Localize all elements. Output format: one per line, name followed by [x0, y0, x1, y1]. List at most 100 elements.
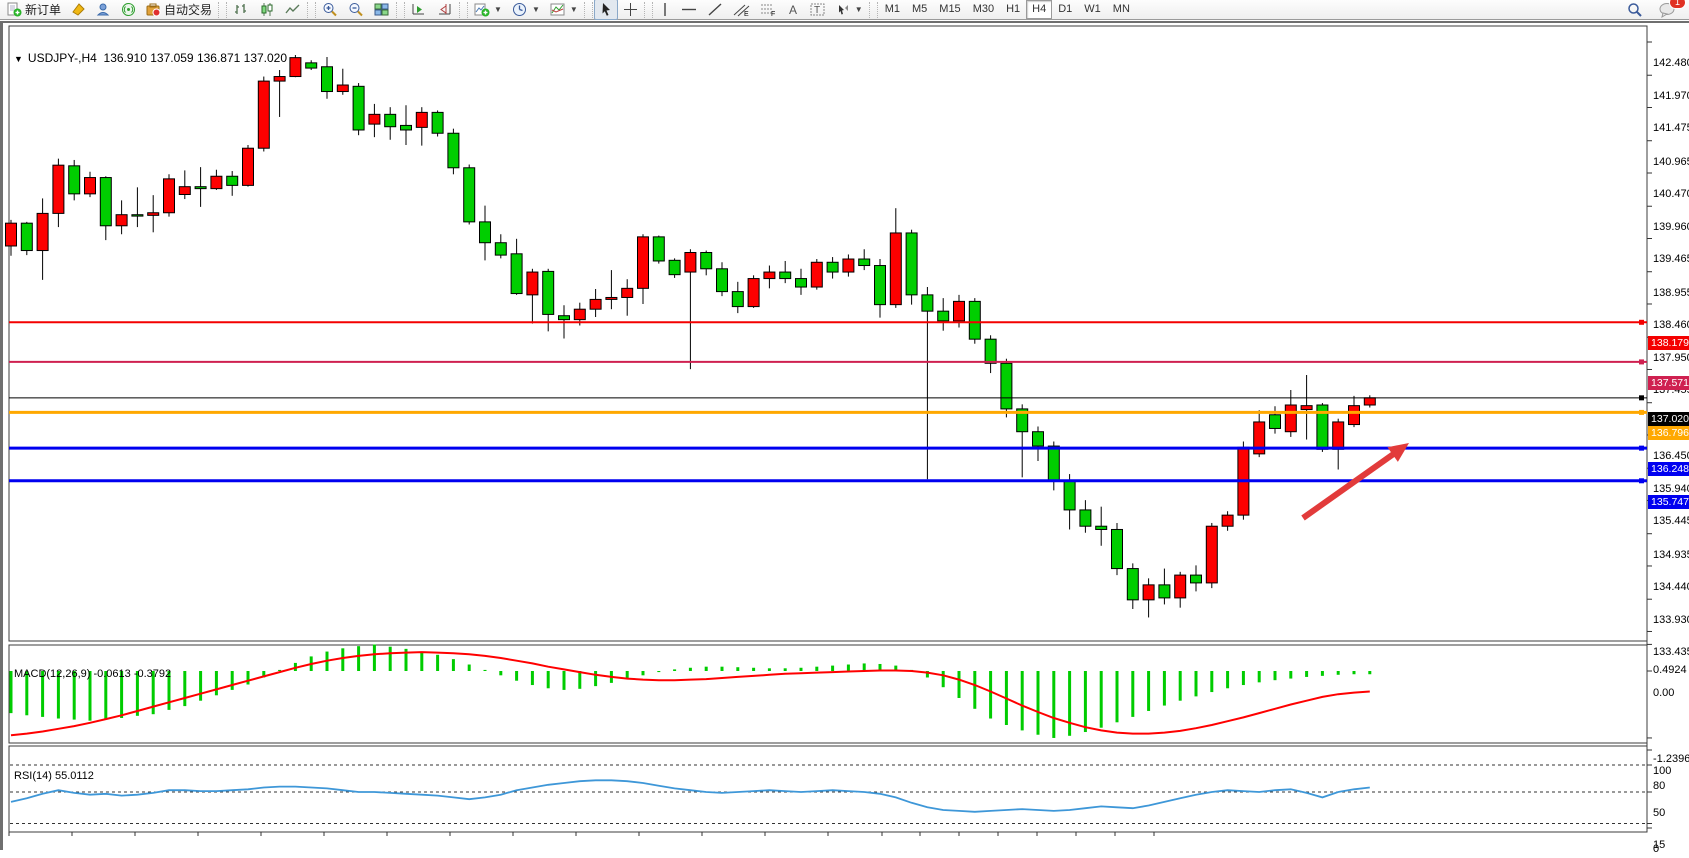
zoom-out-button[interactable] [343, 0, 369, 20]
macd-bar [1242, 671, 1245, 685]
bull-candle [1143, 585, 1154, 600]
line-handle[interactable] [1639, 410, 1644, 415]
price-tick-135.940: 135.940 [1653, 483, 1689, 495]
bull-candle [211, 176, 222, 188]
bear-candle [906, 233, 917, 295]
macd-bar [547, 671, 550, 688]
timeframe-H4[interactable]: H4 [1026, 0, 1052, 19]
bear-candle [401, 125, 412, 130]
macd-bar [563, 671, 566, 690]
timeframe-MN[interactable]: MN [1107, 0, 1136, 19]
line-handle[interactable] [1639, 359, 1644, 364]
macd-bar [373, 645, 376, 671]
macd-bar [973, 671, 976, 709]
cursor-tool-button[interactable] [594, 0, 618, 20]
price-tick-135.445: 135.445 [1653, 515, 1689, 527]
indicators-button[interactable]: ▼ [469, 0, 507, 20]
zoom-out-icon [348, 2, 364, 17]
line-handle[interactable] [1639, 320, 1644, 325]
bull-candle [1285, 405, 1296, 432]
templates-button[interactable]: ▼ [545, 0, 583, 20]
line-handle[interactable] [1639, 395, 1644, 400]
trendline-tool-button[interactable] [702, 0, 728, 20]
macd-bar [1195, 671, 1198, 696]
horizontal-line-tool-button[interactable] [676, 0, 702, 20]
macd-bar [768, 668, 771, 671]
macd-bar [1353, 671, 1356, 674]
bear-candle [543, 271, 554, 314]
market-button[interactable] [91, 0, 116, 20]
toolbar-separator [459, 2, 468, 18]
channel-tool-button[interactable]: E [728, 0, 755, 20]
macd-bar [136, 671, 139, 716]
timeframe-M30[interactable]: M30 [967, 0, 1000, 19]
auto-scroll-icon [411, 2, 427, 17]
bear-candle [701, 252, 712, 268]
bull-candle [179, 187, 190, 195]
timeframe-D1[interactable]: D1 [1052, 0, 1078, 19]
chart-shift-icon [437, 2, 453, 17]
zoom-in-button[interactable] [317, 0, 343, 20]
timeframe-M15[interactable]: M15 [933, 0, 966, 19]
macd-bar [1100, 671, 1103, 728]
macd-bar [531, 671, 534, 685]
notifications-button[interactable]: 1 [1654, 0, 1681, 20]
rsi-tick-80: 80 [1653, 780, 1665, 792]
macd-bar [1305, 671, 1308, 677]
bull-candle [590, 299, 601, 309]
line-handle[interactable] [1639, 478, 1644, 483]
macd-tick-0.00: 0.00 [1653, 687, 1674, 699]
alerts-button[interactable] [66, 0, 91, 20]
chevron-down-icon: ▼ [494, 5, 502, 14]
bear-candle [559, 316, 570, 320]
vertical-line-tool-button[interactable] [654, 0, 676, 20]
macd-bar [468, 665, 471, 671]
macd-bar [247, 671, 250, 685]
macd-bar [452, 659, 455, 671]
auto-scroll-button[interactable] [406, 0, 432, 20]
arrows-tool-button[interactable]: ▼ [831, 0, 868, 20]
candlestick-chart-button[interactable] [254, 0, 280, 20]
bear-candle [69, 166, 80, 194]
toolbar-separator [644, 2, 653, 18]
macd-bar [10, 671, 13, 713]
periods-button[interactable]: ▼ [507, 0, 545, 20]
timeframe-H1[interactable]: H1 [1000, 0, 1026, 19]
macd-bar [357, 646, 360, 671]
line-handle[interactable] [1639, 446, 1644, 451]
bear-candle [922, 295, 933, 311]
tile-windows-button[interactable] [369, 0, 395, 20]
mt4-application-window: 新订单 自动交易 ▼ ▼ ▼ [0, 0, 1689, 858]
chevron-down-icon: ▼ [532, 5, 540, 14]
macd-bar [989, 671, 992, 719]
fibonacci-tool-button[interactable]: F [755, 0, 782, 20]
bear-candle [511, 254, 522, 294]
macd-bar [752, 668, 755, 671]
toolbar-separator [584, 2, 593, 18]
auto-trade-button[interactable]: 自动交易 [141, 0, 217, 20]
crosshair-tool-button[interactable] [618, 0, 643, 20]
text-tool-button[interactable]: A [782, 0, 805, 20]
bear-candle [480, 222, 491, 243]
timeframe-M5[interactable]: M5 [906, 0, 933, 19]
chart-shift-button[interactable] [432, 0, 458, 20]
timeframe-W1[interactable]: W1 [1078, 0, 1107, 19]
timeframe-M1[interactable]: M1 [879, 0, 906, 19]
templates-icon [550, 2, 566, 17]
new-order-button[interactable]: 新订单 [2, 0, 66, 20]
search-button[interactable] [1622, 0, 1648, 20]
horizontal-line-icon [681, 2, 697, 17]
macd-bar [1116, 671, 1119, 722]
chart-window[interactable]: ▼USDJPY-,H4 136.910 137.059 136.871 137.… [0, 21, 1689, 850]
bear-candle [1064, 481, 1075, 510]
text-label-tool-button[interactable]: T [805, 0, 831, 20]
bull-candle [890, 233, 901, 305]
chart-canvas[interactable] [3, 23, 1689, 858]
signals-button[interactable] [116, 0, 141, 20]
macd-bar [1084, 671, 1087, 732]
bull-candle [1364, 398, 1375, 405]
price-tick-133.435: 133.435 [1653, 646, 1689, 658]
bar-chart-button[interactable] [228, 0, 254, 20]
price-tag-135.747: 135.747 [1648, 495, 1689, 509]
line-chart-button[interactable] [280, 0, 306, 20]
